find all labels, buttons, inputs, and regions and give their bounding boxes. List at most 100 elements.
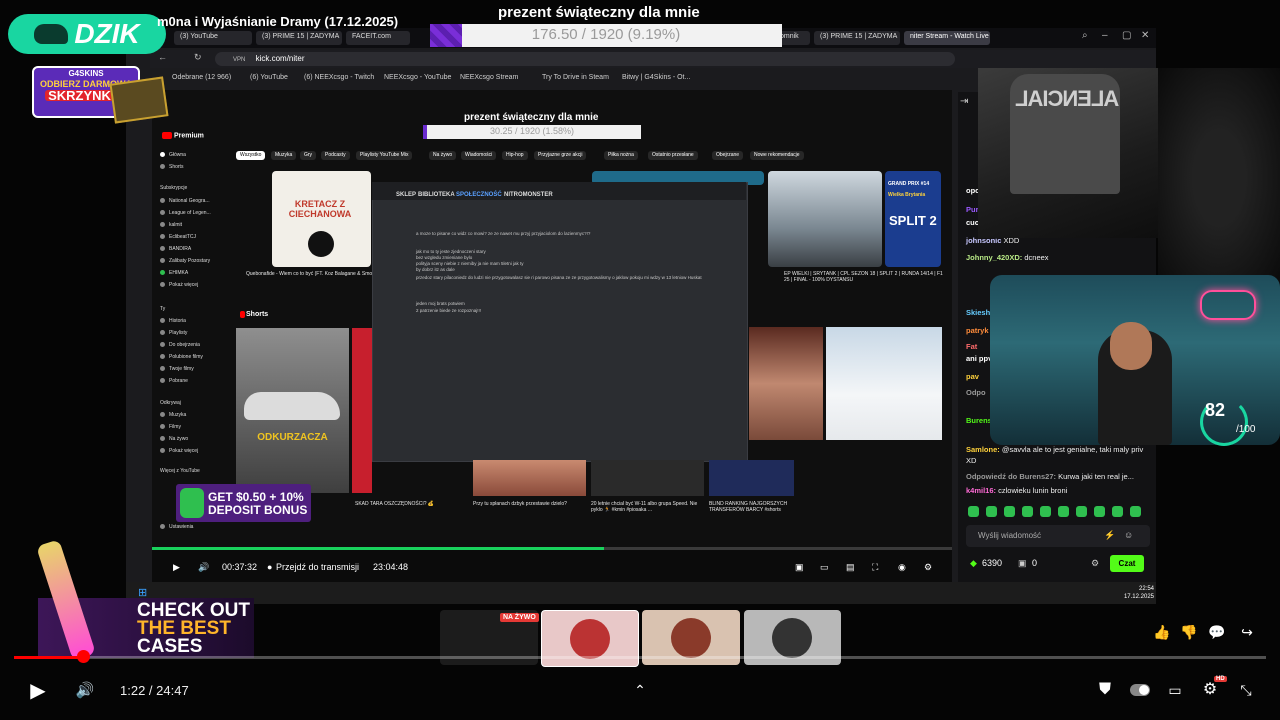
chat-username: Skiesh (966, 308, 991, 317)
sidebar-item: Historia (160, 318, 186, 324)
theater-icon: ▭ (820, 562, 829, 572)
discord-nav-item: NITROMONSTER (504, 192, 553, 198)
browser-tab-active: niter Stream - Watch Live (904, 31, 990, 45)
like-icon[interactable]: 👍 (1153, 623, 1171, 641)
sidebar-item: kalmit (160, 222, 182, 228)
discord-message: jak mo to ty jeste zjednoczeni stary (416, 249, 486, 254)
sidebar-item: Filmy (160, 424, 181, 430)
chat-settings-icon: ⚙ (1091, 558, 1100, 568)
chip: Podcasty (321, 151, 350, 160)
search-icon: ⌕ (1082, 30, 1088, 41)
viewers-count: 0 (1032, 558, 1038, 568)
chat-text: Kurwa jaki ten real je... (1056, 472, 1134, 481)
time-display: 1:22 / 24:47 (120, 683, 189, 698)
inner-go-live-link: Przejdź do transmisji (276, 562, 360, 572)
video-title: m0na i Wyjaśnianie Dramy (17.12.2025) (157, 14, 399, 29)
inner-time: 00:37:32 (222, 562, 258, 572)
chip: Muzyka (271, 151, 297, 160)
chip: Wiadomości (461, 151, 497, 160)
bookmark: NEEXcsgo - YouTube (384, 74, 452, 81)
discord-message: polityja sceny niebie z niemiby ja nie m… (416, 261, 524, 266)
emote-icon (1004, 506, 1015, 517)
level-max: /100 (1236, 424, 1256, 435)
autoplay-toggle[interactable] (1130, 684, 1150, 696)
chevron-up-icon[interactable]: ⌃ (630, 680, 650, 700)
discord-nav-item: BIBLIOTEKA (418, 192, 455, 198)
progress-scrubber[interactable] (77, 650, 90, 663)
sidebar-item: Pobrane (160, 378, 188, 384)
browser-tab: (3) PRIME 15 | ZADYMA (814, 31, 900, 45)
chat-username: pav (966, 372, 979, 381)
chat-message: Fat (966, 342, 977, 351)
emote-icon (1112, 506, 1123, 517)
discord-message: 2 patrzenie biede ze rozpoznaj!!! (416, 308, 482, 313)
bookmark: Odebrane (12 966) (172, 74, 232, 81)
progress-track[interactable] (14, 656, 1266, 659)
discord-message: przedoz stary pilaconiedz do ludzi nie p… (416, 275, 702, 280)
chat-input: Wyślij wiadomość (966, 525, 1150, 547)
chat-username: Johnny_420XD: (966, 253, 1023, 262)
live-badge: NA ŻYWO (500, 613, 539, 622)
bonus-line2: DEPOSIT BONUS (208, 503, 308, 517)
shield-icon[interactable]: ⛊ (1093, 678, 1117, 702)
chat-username: k4mil16: (966, 486, 997, 495)
discord-nav-item: SPOŁECZNOŚĆ (456, 192, 502, 198)
bookmark: NEEXcsgo Stream (460, 74, 519, 81)
address-bar: VPN kick.com/niter (215, 52, 955, 66)
streamer-head (1110, 322, 1152, 370)
short-caption: BLIND RANKING NAJGORSZYCH TRANSFERÓW BAR… (709, 501, 788, 513)
short-caption: SKAD TARA OSZCZĘDNOŚCI? 💰 (355, 501, 435, 507)
address-text: kick.com/niter (255, 54, 305, 63)
emote-icon (968, 506, 979, 517)
emote-icon (1076, 506, 1087, 517)
browser-tab: (3) PRIME 15 | ZADYMA (256, 31, 342, 45)
discord-nav-item: SKLEP (396, 192, 417, 198)
chip: Gry (300, 151, 317, 160)
chip: Przyjazne grze akcji (534, 151, 587, 160)
dzik-logo: DZIK (8, 14, 166, 54)
sidebar-item: League of Legen... (160, 210, 211, 216)
clip-icon: ◉ (898, 562, 906, 572)
chat-message: Skiesh (966, 308, 990, 317)
fullscreen-icon: ⛶ (872, 562, 879, 572)
play-icon[interactable]: ▶ (26, 678, 50, 702)
sidebar-item: Muzyka (160, 412, 186, 418)
comments-icon[interactable]: 💬 (1208, 623, 1226, 641)
chip: Nowe rekomendacje (750, 151, 804, 160)
chat-message: patryk (966, 326, 989, 335)
inner-duration: 23:04:48 (373, 562, 409, 572)
sidebar-item: BANDIRA (160, 246, 191, 252)
pip-icon: ▣ (795, 562, 804, 572)
share-icon[interactable]: ↪ (1238, 623, 1256, 641)
chat-username: Samlone: (966, 445, 1000, 454)
youtube-sidebar: Główna Shorts Subskrypcje National Geogr… (152, 130, 232, 540)
chat-message: Pur (966, 205, 979, 214)
bonus-line1: GET $0.50 + 10% (208, 490, 304, 504)
bookmark: Bitwy | G4Skins - Ot... (622, 74, 691, 81)
browser-tab: FACEIT.com (346, 31, 410, 45)
dislike-icon[interactable]: 👎 (1180, 623, 1198, 641)
short-caption: Przy tu spłanach dzbyk przestawie dzielo… (473, 501, 567, 507)
sidebar-item: Na żywo (160, 436, 188, 442)
sidebar-item: Twoje filmy (160, 366, 194, 372)
chat-message: pav (966, 372, 979, 381)
discord-message: bez wzgledu zmieniane bylo (416, 255, 473, 260)
sidebar-item: Pokaż więcej (160, 448, 198, 454)
level-value: 82 (1205, 400, 1226, 420)
windows-taskbar (126, 582, 1156, 604)
sidebar-item: EHIMKA (160, 270, 188, 276)
mascot-icon (180, 488, 204, 518)
volume-icon[interactable]: 🔊 (74, 679, 96, 701)
settings-gear-icon[interactable]: ⚙ (1200, 679, 1220, 699)
discord-message: by dobrz itz as dale (416, 267, 455, 272)
short-title-text: ODKURZACZA (257, 432, 328, 443)
chat-text: czlowieku lunin broni (996, 486, 1068, 495)
chip: Piłka nożna (604, 151, 638, 160)
bookmark: (6) NEEXcsgo - Twitch (304, 74, 375, 81)
chip: Hip-hop (502, 151, 528, 160)
fullscreen-exit-icon[interactable]: ⤡ (1236, 680, 1256, 700)
inner-goal-value: 30.25 / 1920 (1.58%) (489, 126, 575, 136)
short-caption: 20 letnie chcial być W-11 albo grupa Spe… (591, 501, 698, 513)
subtitles-icon[interactable]: ▭ (1165, 680, 1185, 700)
shirt-text: ALENCIAL (1016, 86, 1120, 111)
